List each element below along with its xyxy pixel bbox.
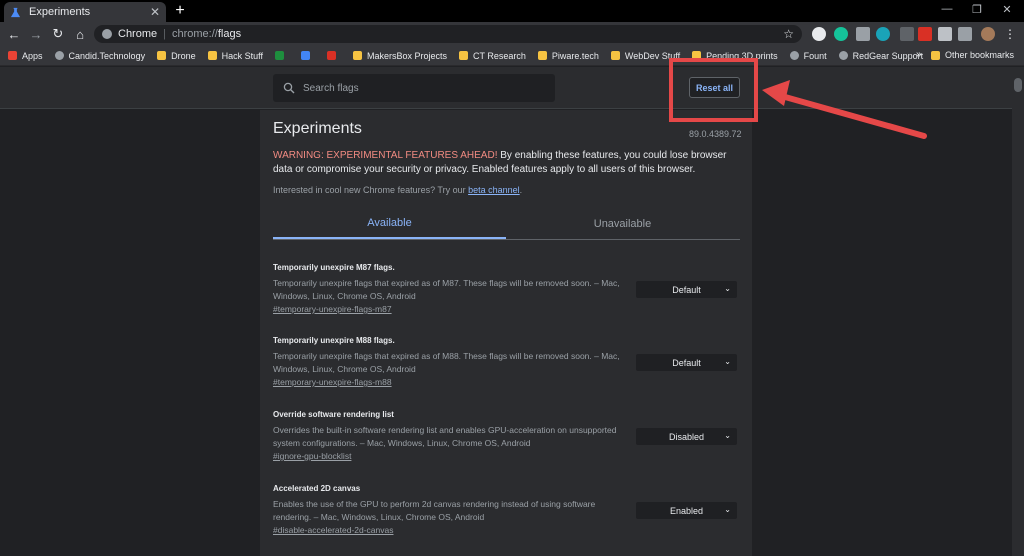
scrollbar[interactable] <box>1012 67 1024 556</box>
browser-window: Experiments ✕ + — ❐ ✕ ← → ↻ ⌂ Chrome | c… <box>0 0 1024 556</box>
scrollbar-thumb[interactable] <box>1014 78 1022 92</box>
annotation-arrow <box>762 80 927 139</box>
